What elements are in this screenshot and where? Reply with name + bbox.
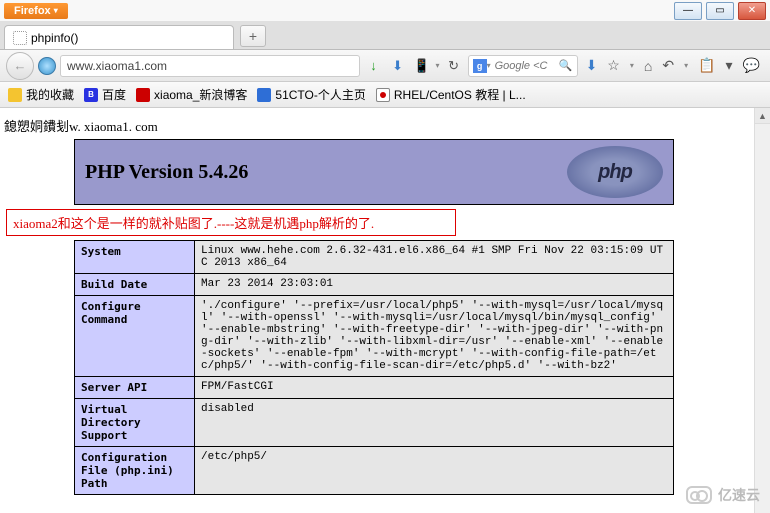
back-button[interactable]: ←	[6, 52, 34, 80]
downloads-button[interactable]: ⬇	[586, 57, 598, 74]
bookmark-rhel[interactable]: RHEL/CentOS 教程 | L...	[376, 86, 526, 103]
chevron-down-icon[interactable]: ▾	[630, 61, 634, 70]
cell-key: Configuration File (php.ini) Path	[75, 447, 195, 495]
minimize-button[interactable]: —	[674, 2, 702, 20]
page-icon	[13, 31, 27, 45]
cell-value: /etc/php5/	[195, 447, 674, 495]
firefox-menu-button[interactable]: Firefox ▾	[4, 3, 68, 19]
search-input[interactable]	[491, 60, 559, 72]
search-field[interactable]: g ▾ 🔍	[468, 55, 578, 77]
chevron-down-icon[interactable]: ▾	[684, 61, 688, 70]
folder-icon	[8, 88, 22, 102]
cell-value: './configure' '--prefix=/usr/local/php5'…	[195, 296, 674, 377]
download-green-icon[interactable]: ↓	[364, 56, 384, 76]
phpinfo-table: SystemLinux www.hehe.com 2.6.32-431.el6.…	[74, 240, 674, 495]
search-icon[interactable]: 🔍	[559, 59, 573, 72]
rhel-icon	[376, 88, 390, 102]
table-row: Build DateMar 23 2014 23:03:01	[75, 274, 674, 296]
scroll-up-arrow-icon[interactable]: ▲	[755, 108, 770, 124]
table-row: Server APIFPM/FastCGI	[75, 377, 674, 399]
annotation-box: xiaoma2和这个是一样的就补贴图了.----这就是机遇php解析的了.	[6, 209, 456, 236]
vertical-scrollbar[interactable]: ▲	[754, 108, 770, 513]
sina-icon	[136, 88, 150, 102]
url-input[interactable]	[60, 55, 360, 77]
php-version-header: PHP Version 5.4.26 php	[74, 139, 674, 205]
cell-key: System	[75, 241, 195, 274]
bookmark-label: 百度	[102, 86, 126, 103]
bookmark-sina[interactable]: xiaoma_新浪博客	[136, 86, 247, 103]
window-controls: — ▭ ✕	[674, 2, 770, 20]
firefox-label: Firefox	[14, 5, 51, 17]
clipboard-button[interactable]: 📋	[698, 57, 715, 74]
bookmark-baidu[interactable]: B 百度	[84, 86, 126, 103]
device-icon[interactable]: 📱	[412, 56, 432, 76]
table-row: Virtual Directory Supportdisabled	[75, 399, 674, 447]
page-content: 鎴愬姛鐨刬w. xiaoma1. com PHP Version 5.4.26 …	[0, 108, 770, 513]
history-button[interactable]: ↶	[662, 57, 674, 74]
tab-phpinfo[interactable]: phpinfo()	[4, 25, 234, 49]
bookmark-51cto[interactable]: 51CTO-个人主页	[257, 86, 365, 103]
bookmarks-bar: 我的收藏 B 百度 xiaoma_新浪博客 51CTO-个人主页 RHEL/Cen…	[0, 82, 770, 108]
bookmark-label: 我的收藏	[26, 86, 74, 103]
chevron-down-icon: ▾	[54, 6, 58, 15]
browser-title-bar: Firefox ▾ — ▭ ✕	[0, 0, 770, 22]
bookmark-label: RHEL/CentOS 教程 | L...	[394, 86, 526, 103]
reload-button[interactable]: ↻	[444, 56, 464, 76]
chevron-down-icon[interactable]: ▾	[436, 61, 440, 70]
maximize-icon: ▭	[715, 5, 724, 16]
bookmark-star-button[interactable]: ☆	[607, 57, 620, 74]
tab-title: phpinfo()	[31, 31, 78, 45]
php-logo-icon: php	[567, 146, 663, 198]
new-tab-button[interactable]: +	[240, 25, 266, 47]
table-row: SystemLinux www.hehe.com 2.6.32-431.el6.…	[75, 241, 674, 274]
menu-caret-icon[interactable]: ▾	[726, 57, 733, 74]
cell-key: Server API	[75, 377, 195, 399]
home-button[interactable]: ⌂	[644, 58, 652, 74]
watermark-logo-icon	[686, 486, 712, 504]
plus-icon: +	[249, 28, 257, 44]
cell-value: Mar 23 2014 23:03:01	[195, 274, 674, 296]
security-icon[interactable]: ⬇	[388, 56, 408, 76]
watermark: 亿速云	[686, 485, 760, 505]
nav-right-icons: ⬇ ☆ ▾ ⌂ ↶ ▾ 📋 ▾ 💬	[582, 57, 764, 74]
garbled-header-text: 鎴愬姛鐨刬w. xiaoma1. com	[0, 108, 770, 139]
baidu-icon: B	[84, 88, 98, 102]
table-row: Configuration File (php.ini) Path/etc/ph…	[75, 447, 674, 495]
cell-value: FPM/FastCGI	[195, 377, 674, 399]
cell-key: Configure Command	[75, 296, 195, 377]
google-icon: g	[473, 59, 487, 73]
cell-key: Build Date	[75, 274, 195, 296]
bookmark-label: 51CTO-个人主页	[275, 86, 365, 103]
php-logo-text: php	[598, 161, 632, 184]
cell-value: disabled	[195, 399, 674, 447]
minimize-icon: —	[683, 5, 693, 16]
nav-toolbar: ← ↓ ⬇ 📱 ▾ ↻ g ▾ 🔍 ⬇ ☆ ▾ ⌂ ↶ ▾ 📋 ▾ 💬	[0, 50, 770, 82]
bookmark-fav[interactable]: 我的收藏	[8, 86, 74, 103]
51cto-icon	[257, 88, 271, 102]
phpinfo-container: PHP Version 5.4.26 php xiaoma2和这个是一样的就补贴…	[0, 139, 770, 495]
table-row: Configure Command'./configure' '--prefix…	[75, 296, 674, 377]
watermark-text: 亿速云	[718, 485, 760, 505]
close-button[interactable]: ✕	[738, 2, 766, 20]
cell-value: Linux www.hehe.com 2.6.32-431.el6.x86_64…	[195, 241, 674, 274]
maximize-button[interactable]: ▭	[706, 2, 734, 20]
cell-key: Virtual Directory Support	[75, 399, 195, 447]
chat-button[interactable]: 💬	[743, 57, 760, 74]
globe-icon	[38, 57, 56, 75]
close-icon: ✕	[748, 5, 756, 16]
bookmark-label: xiaoma_新浪博客	[154, 86, 247, 103]
tab-bar: phpinfo() +	[0, 22, 770, 50]
back-arrow-icon: ←	[14, 58, 27, 73]
php-version-title: PHP Version 5.4.26	[85, 161, 248, 184]
